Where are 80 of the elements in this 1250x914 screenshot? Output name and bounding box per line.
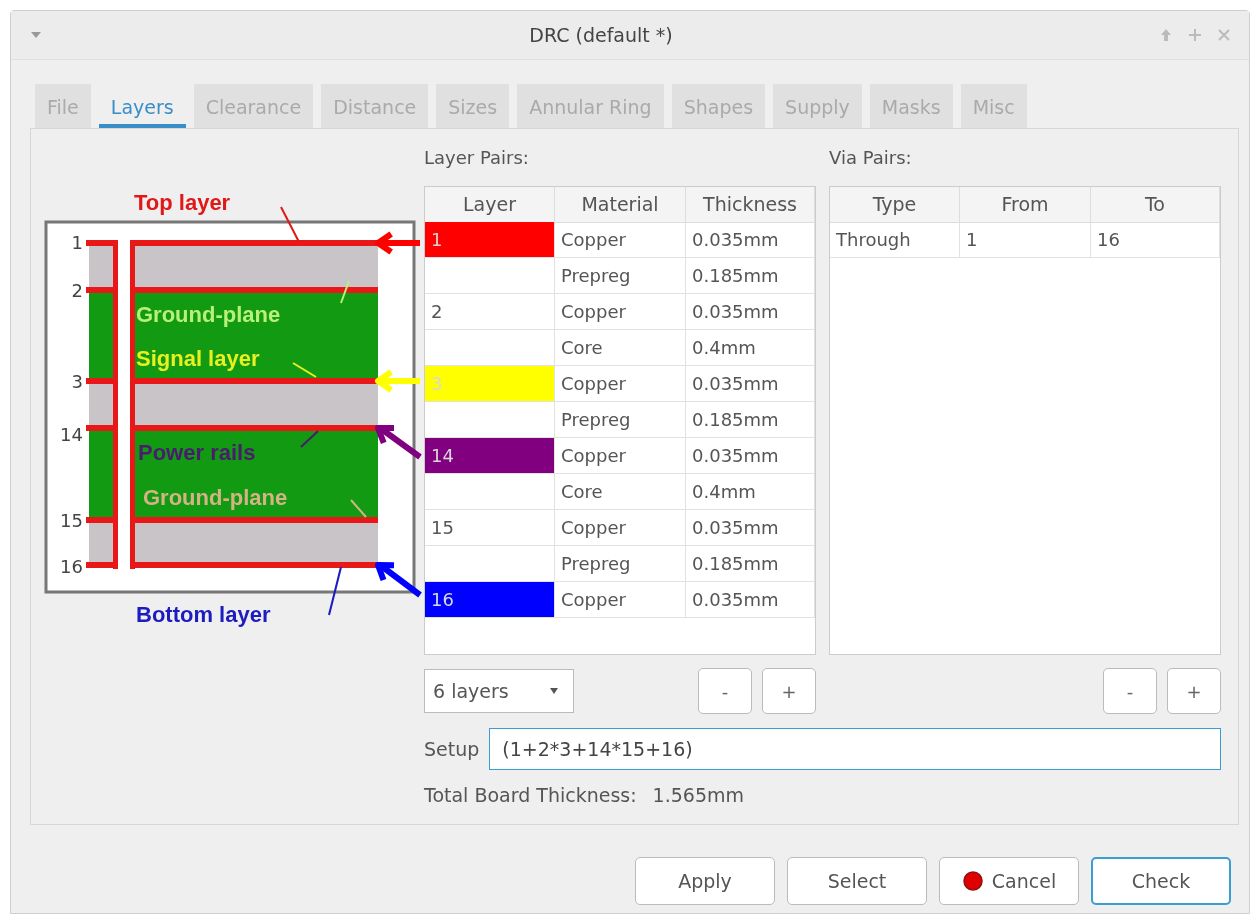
table-cell[interactable]: 0.035mm xyxy=(686,294,815,330)
arrow xyxy=(375,369,420,393)
dialog-button[interactable]: Apply xyxy=(635,857,775,905)
step-button[interactable]: + xyxy=(762,668,816,714)
column-header: Material xyxy=(555,187,686,223)
layer-label: Ground-plane xyxy=(143,485,288,510)
layer-number: 14 xyxy=(60,424,83,445)
column-header: From xyxy=(960,187,1091,223)
table-cell[interactable]: Prepreg xyxy=(555,402,686,438)
setup-field[interactable]: (1+2*3+14*15+16) xyxy=(489,728,1221,770)
window-title: DRC (default *) xyxy=(528,24,674,46)
table-cell[interactable]: Copper xyxy=(555,366,686,402)
layer-number: 3 xyxy=(71,371,83,392)
layer-number: 1 xyxy=(71,232,83,253)
table-cell[interactable]: Through xyxy=(830,222,960,258)
section-label: Via Pairs: xyxy=(829,146,913,170)
table-cell[interactable]: 2 xyxy=(425,294,555,330)
table-cell[interactable]: 0.035mm xyxy=(686,438,815,474)
leader-line xyxy=(280,206,300,243)
layer-number: 15 xyxy=(60,510,83,531)
arrow xyxy=(375,562,422,598)
table-cell[interactable]: 0.035mm xyxy=(686,582,815,618)
table-cell[interactable]: 15 xyxy=(425,510,555,546)
table-cell[interactable]: 0.035mm xyxy=(686,222,815,258)
layer-number: 2 xyxy=(71,280,83,301)
column-header: Type xyxy=(830,187,960,223)
layer-count-dropdown[interactable]: 6 layers xyxy=(424,669,574,713)
leader-line xyxy=(300,430,319,448)
caret-icon xyxy=(549,687,559,695)
layer-label: Signal layer xyxy=(136,346,260,371)
leader-line xyxy=(292,362,317,378)
arrow xyxy=(375,231,420,255)
menu-caret-icon[interactable] xyxy=(29,30,43,40)
table-cell[interactable]: 0.185mm xyxy=(686,546,815,582)
leader-line xyxy=(340,280,350,304)
table-cell[interactable]: Prepreg xyxy=(555,546,686,582)
table-cell[interactable]: 16 xyxy=(1091,222,1220,258)
layer-number: 16 xyxy=(60,556,83,577)
table-cell[interactable]: Core xyxy=(555,474,686,510)
step-button[interactable]: - xyxy=(698,668,752,714)
dialog-button[interactable]: Cancel xyxy=(939,857,1079,905)
table-cell[interactable]: 0.185mm xyxy=(686,258,815,294)
table-cell[interactable]: 0.185mm xyxy=(686,402,815,438)
table-cell[interactable] xyxy=(425,258,555,294)
step-button[interactable]: - xyxy=(1103,668,1157,714)
close-icon[interactable] xyxy=(1217,28,1231,42)
total-thickness-value: 1.565mm xyxy=(652,784,745,806)
stop-icon xyxy=(961,870,984,892)
table-cell[interactable]: Prepreg xyxy=(555,258,686,294)
layer-label: Bottom layer xyxy=(136,602,271,627)
up-arrow-icon[interactable] xyxy=(1159,27,1173,43)
table-cell[interactable]: 0.4mm xyxy=(686,330,815,366)
column-header: To xyxy=(1091,187,1220,223)
column-header: Thickness xyxy=(686,187,815,223)
table-cell[interactable]: 0.035mm xyxy=(686,510,815,546)
table-cell[interactable]: 16 xyxy=(425,582,555,618)
table-cell[interactable] xyxy=(425,474,555,510)
arrow xyxy=(375,425,422,460)
table-cell[interactable]: Copper xyxy=(555,294,686,330)
leader-line xyxy=(328,566,342,616)
table-cell[interactable]: Copper xyxy=(555,510,686,546)
table-cell[interactable]: Core xyxy=(555,330,686,366)
table-cell[interactable]: 1 xyxy=(960,222,1091,258)
layer-label: Ground-plane xyxy=(136,302,281,327)
plus-icon[interactable] xyxy=(1187,27,1203,43)
table-cell[interactable]: Copper xyxy=(555,582,686,618)
table-cell[interactable]: Copper xyxy=(555,222,686,258)
layer-label: Power rails xyxy=(138,440,256,465)
table-cell[interactable]: 0.4mm xyxy=(686,474,815,510)
dialog-button[interactable]: Check xyxy=(1091,857,1231,905)
leader-line xyxy=(350,499,367,518)
layer-label: Top layer xyxy=(134,190,231,215)
table-cell[interactable]: 14 xyxy=(425,438,555,474)
table-cell[interactable]: 0.035mm xyxy=(686,366,815,402)
table-cell[interactable]: Copper xyxy=(555,438,686,474)
section-label: Layer Pairs: xyxy=(424,146,530,170)
step-button[interactable]: + xyxy=(1167,668,1221,714)
total-thickness-label: Total Board Thickness: xyxy=(424,784,637,806)
setup-label: Setup xyxy=(424,738,480,760)
dialog-button[interactable]: Select xyxy=(787,857,927,905)
